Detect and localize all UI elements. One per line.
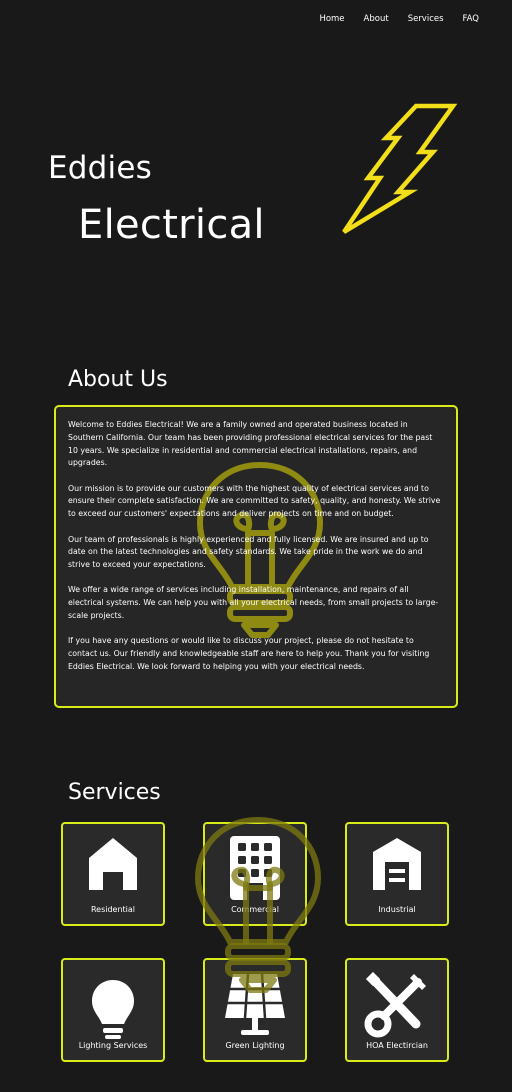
nav-about-link[interactable]: About xyxy=(364,14,389,24)
hero-title-line2: Electrical xyxy=(78,202,265,248)
about-text-box: Welcome to Eddies Electrical! We are a f… xyxy=(54,405,458,708)
nav-faq-link[interactable]: FAQ xyxy=(463,14,479,24)
lightning-bolt-icon xyxy=(342,103,458,234)
about-paragraph-3: Our team of professionals is highly expe… xyxy=(68,534,429,570)
services-heading: Services xyxy=(68,780,161,805)
about-paragraph-2: Our mission is to provide our customers … xyxy=(68,483,441,519)
service-label: Residential xyxy=(90,905,136,914)
service-card-industrial[interactable]: Industrial xyxy=(345,822,449,926)
solar-panel-icon xyxy=(225,973,285,1035)
service-card-commercial[interactable]: Commercial xyxy=(203,822,307,926)
tools-icon xyxy=(364,972,426,1038)
lightbulb-icon xyxy=(92,980,134,1039)
service-card-residential[interactable]: Residential xyxy=(61,822,165,926)
nav-home-link[interactable]: Home xyxy=(319,14,344,24)
house-icon xyxy=(89,838,137,890)
about-paragraph-4: We offer a wide range of services includ… xyxy=(68,585,439,621)
service-label: Green Lighting xyxy=(225,1041,285,1050)
about-paragraph-5: If you have any questions or would like … xyxy=(68,636,430,671)
nav-services-link[interactable]: Services xyxy=(408,14,444,24)
hero-title-line1: Eddies xyxy=(48,150,152,186)
service-label: Lighting Services xyxy=(78,1041,148,1050)
about-paragraph-1: Welcome to Eddies Electrical! We are a f… xyxy=(68,420,433,468)
service-card-green-lighting[interactable]: Green Lighting xyxy=(203,958,307,1062)
building-icon xyxy=(230,836,280,900)
top-nav: Home About Services FAQ xyxy=(319,14,479,24)
service-card-lighting[interactable]: Lighting Services xyxy=(61,958,165,1062)
service-card-hoa-electrician[interactable]: HOA Electircian xyxy=(345,958,449,1062)
service-label: Commercial xyxy=(231,905,279,914)
service-label: Industrial xyxy=(378,905,416,914)
service-label: HOA Electircian xyxy=(366,1041,428,1050)
about-heading: About Us xyxy=(68,367,168,392)
warehouse-icon xyxy=(373,838,421,890)
